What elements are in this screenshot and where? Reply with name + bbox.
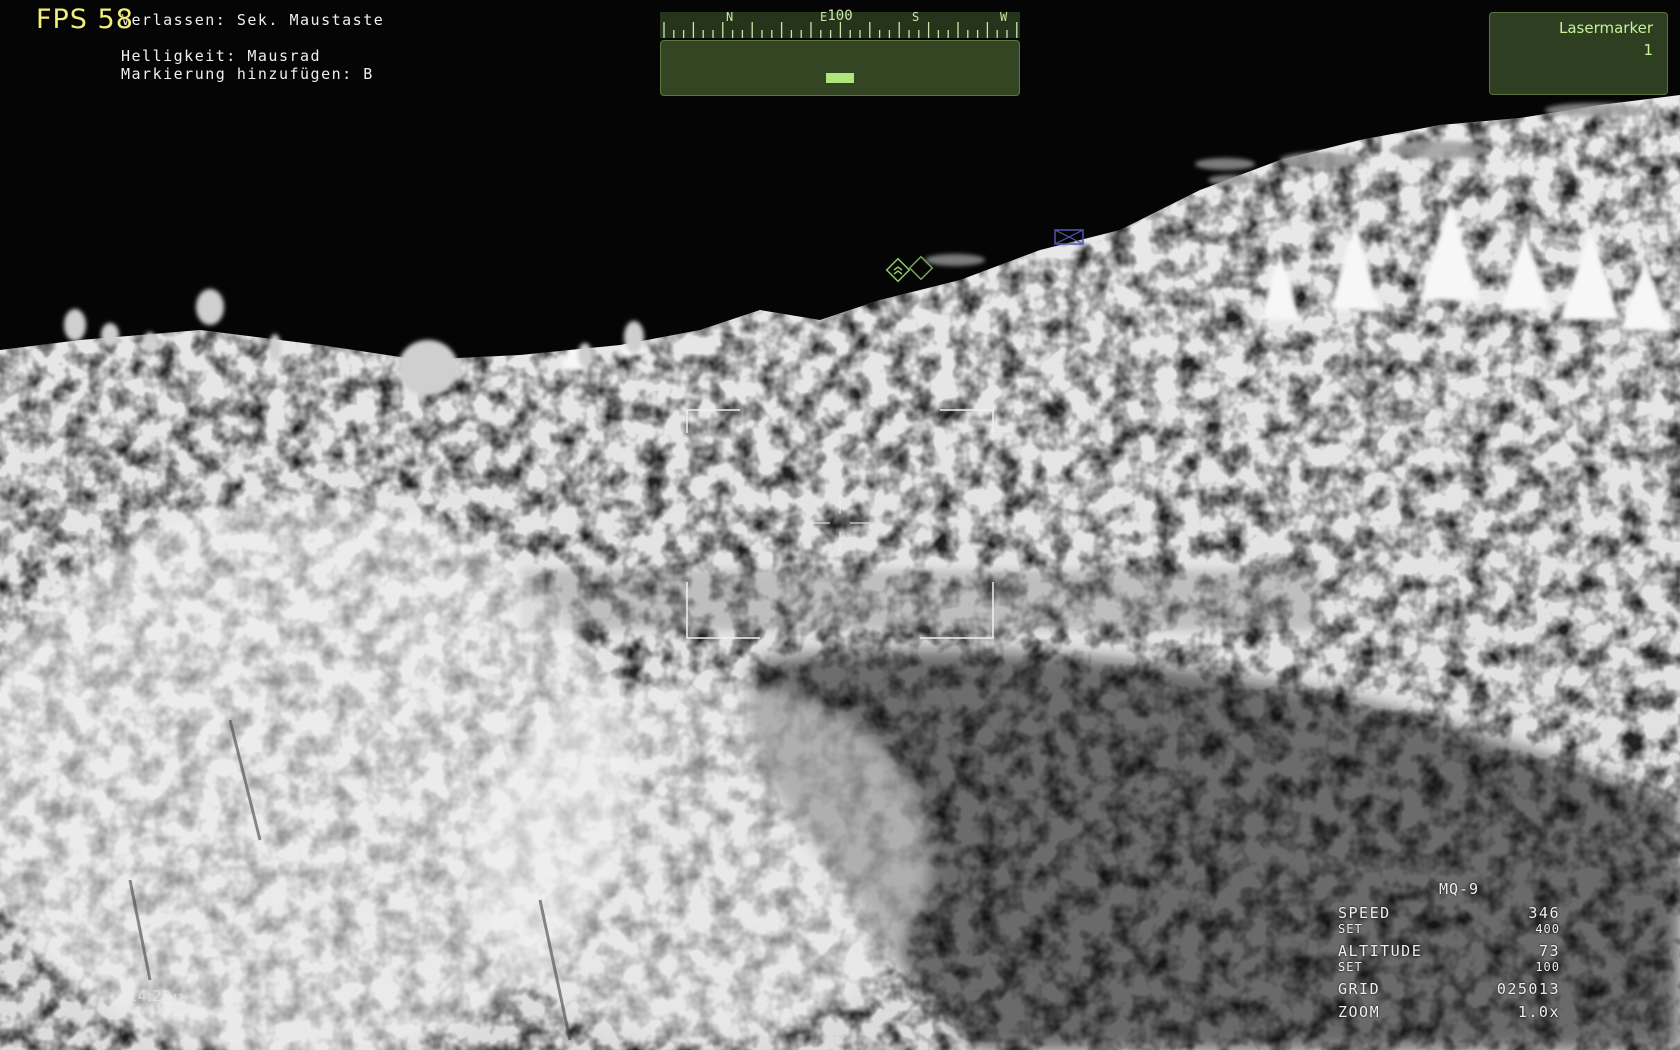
- speed-value: 346: [1528, 904, 1560, 922]
- target-marker-icon[interactable]: [1053, 226, 1087, 248]
- zoom-label: ZOOM: [1338, 1003, 1381, 1021]
- friendly-unit-icon[interactable]: [885, 252, 945, 292]
- grid-value: 025013: [1496, 980, 1560, 998]
- altitude-value: 73: [1538, 942, 1560, 960]
- heading-indicator: [826, 73, 854, 83]
- compass-north: N: [726, 10, 734, 24]
- altitude-label: ALTITUDE: [1338, 942, 1423, 960]
- clock-date: Sa, 11. Okt: [128, 1003, 190, 1016]
- grid-label: GRID: [1338, 980, 1381, 998]
- compass: 100 N E S W: [660, 8, 1020, 96]
- compass-south: S: [912, 10, 920, 24]
- telemetry-panel: MQ-9 SPEED 346 SET 400 ALTITUDE 73 SET 1…: [1338, 880, 1560, 1021]
- mission-clock: 14:2242 Sa, 11. Okt: [128, 986, 189, 1016]
- compass-heading: 100: [827, 8, 853, 24]
- laser-marker-title: Lasermarker: [1558, 19, 1653, 37]
- hint-add-marker: Markierung hinzufügen: B: [121, 65, 374, 83]
- zoom-value: 1.0x: [1517, 1003, 1560, 1021]
- altitude-set-label: SET: [1338, 960, 1363, 974]
- hint-exit: Verlassen: Sek. Maustaste: [121, 11, 385, 29]
- compass-east: E: [820, 10, 828, 24]
- altitude-set-value: 100: [1535, 960, 1560, 974]
- hint-brightness: Helligkeit: Mausrad: [121, 47, 322, 65]
- compass-west: W: [1000, 10, 1008, 24]
- laser-marker-count: 1: [1643, 41, 1653, 59]
- thermal-camera-viewport[interactable]: FPS 58 Verlassen: Sek. Maustaste Helligk…: [0, 0, 1680, 1050]
- speed-set-value: 400: [1535, 922, 1560, 936]
- aircraft-name: MQ-9: [1438, 880, 1480, 898]
- heading-panel: [660, 40, 1020, 96]
- speed-set-label: SET: [1338, 922, 1363, 936]
- laser-marker-panel: Lasermarker 1: [1489, 12, 1668, 95]
- speed-label: SPEED: [1338, 904, 1391, 922]
- fps-counter: FPS 58: [36, 4, 134, 35]
